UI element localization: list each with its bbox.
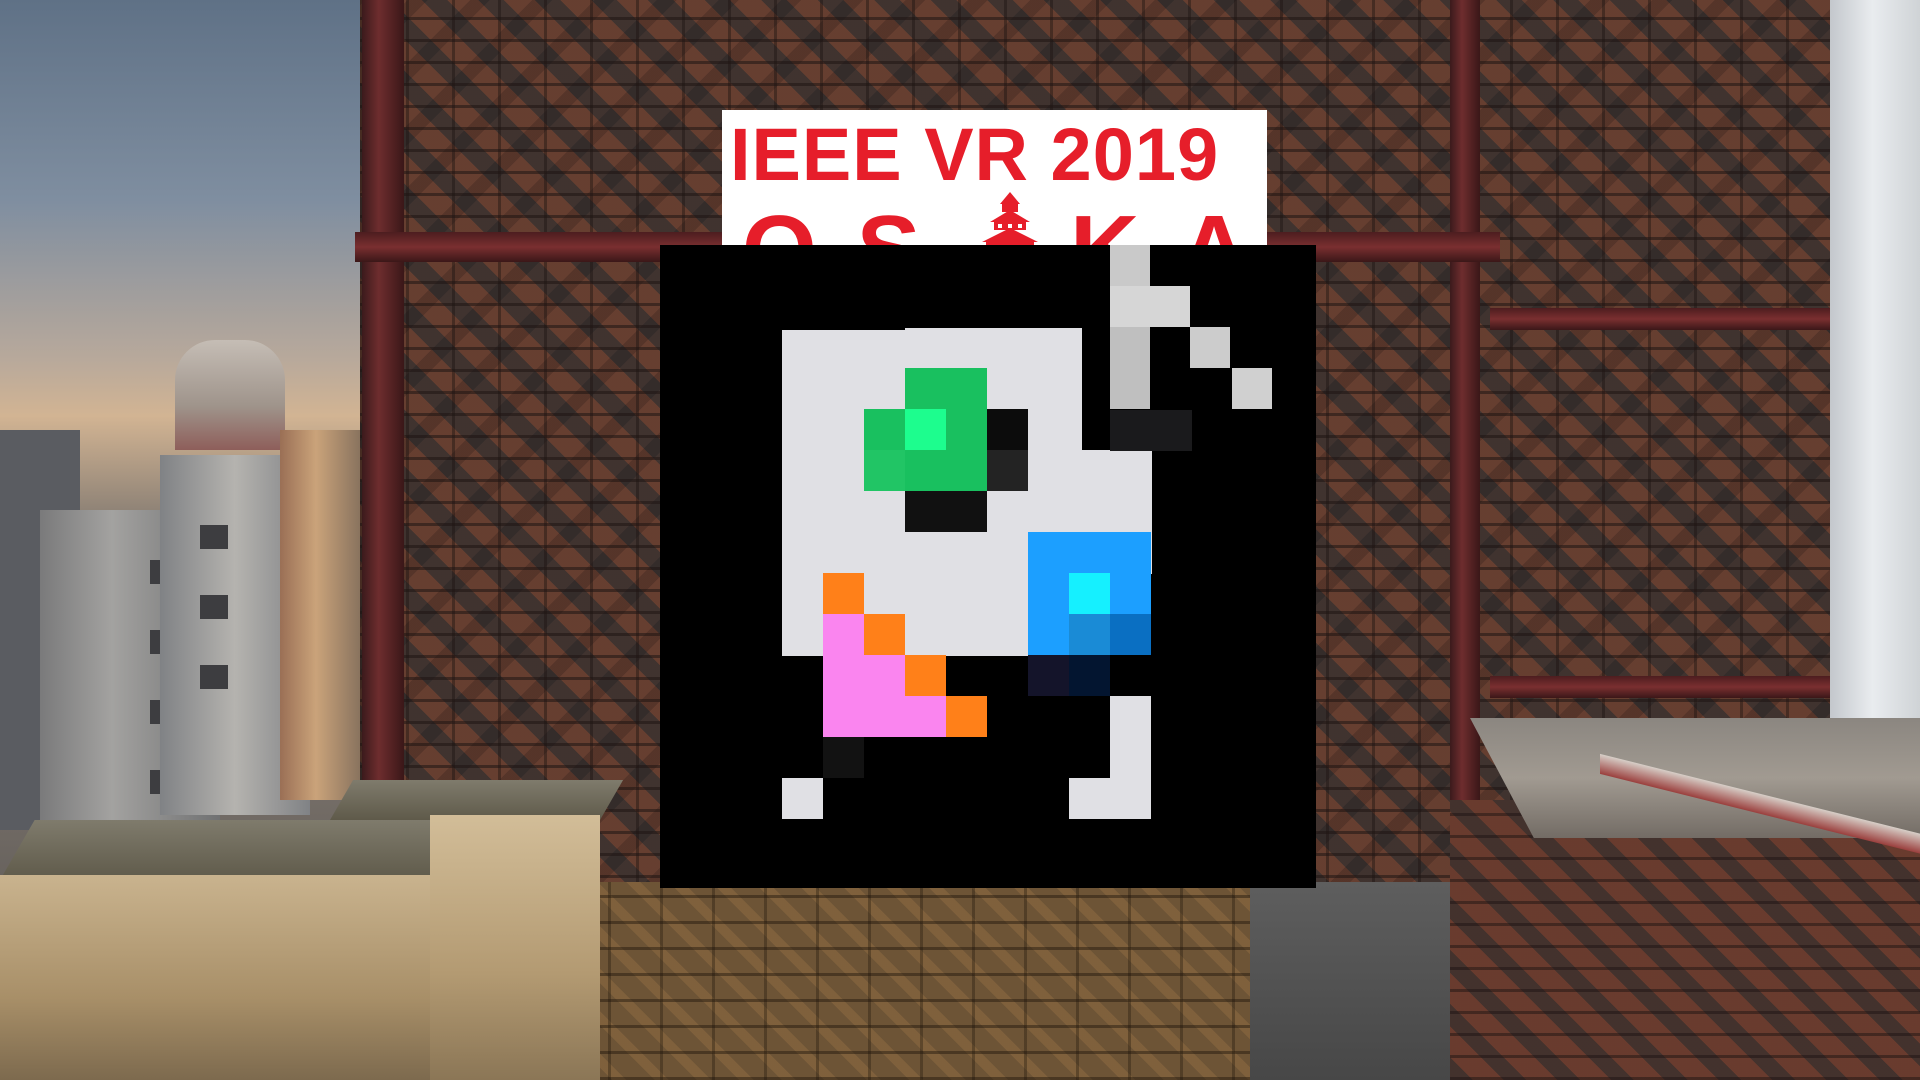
pixel-gray [1232,368,1272,409]
pixel-body [782,328,905,330]
pixel-orange [823,573,864,614]
pixel-body [1110,696,1151,819]
distant-building [280,430,370,800]
pixel-blue-highlight [1069,573,1110,614]
concrete-block-top [0,820,475,880]
pixel-orange [864,614,905,655]
building-window [200,525,228,549]
balcony-wall [1450,800,1920,1080]
pixel-gray [1190,327,1230,368]
pixel-dark [905,491,987,532]
pixel-gray [1110,245,1150,286]
pixel-orange [905,655,946,696]
pixel-notch [987,696,1028,737]
ieee-vr-poster: IEEE VR 2019 OSAKA [722,110,1267,250]
pixel-blue-shade [1110,614,1151,655]
pixel-blue-shade [1069,614,1110,655]
steel-beam [362,0,404,900]
pixel-gray [1110,327,1150,409]
pixel-dark [1110,410,1192,451]
pixel-pink [823,614,864,737]
building-window [200,665,228,689]
concrete-block-top [330,780,624,820]
pixel-green-shade [864,450,905,491]
pixel-green [905,368,987,409]
pixel-gray [1110,286,1190,327]
pixel-pink [864,655,905,737]
poster-title: IEEE VR 2019 [730,113,1220,196]
right-building [1825,0,1920,720]
vr-scene: IEEE VR 2019 OSAKA [0,0,1920,1080]
pixel-notch [823,778,1082,819]
steel-beam [1450,0,1480,800]
pixel-art-panel [660,245,1316,888]
steel-beam [1490,676,1830,698]
steel-beam [1490,308,1830,330]
pixel-dark [823,737,864,778]
pixel-dark [987,450,1028,491]
distant-tower [175,340,285,450]
osaka-castle-icon [970,188,1050,250]
concrete-block [0,875,440,1080]
pixel-orange [946,696,987,737]
concrete-block [430,815,600,1080]
pixel-green-highlight [905,409,946,450]
pixel-dark [987,409,1028,450]
building-window [200,595,228,619]
pixel-body [782,778,823,819]
pixel-body [1069,778,1110,819]
pixel-pink [905,696,946,737]
